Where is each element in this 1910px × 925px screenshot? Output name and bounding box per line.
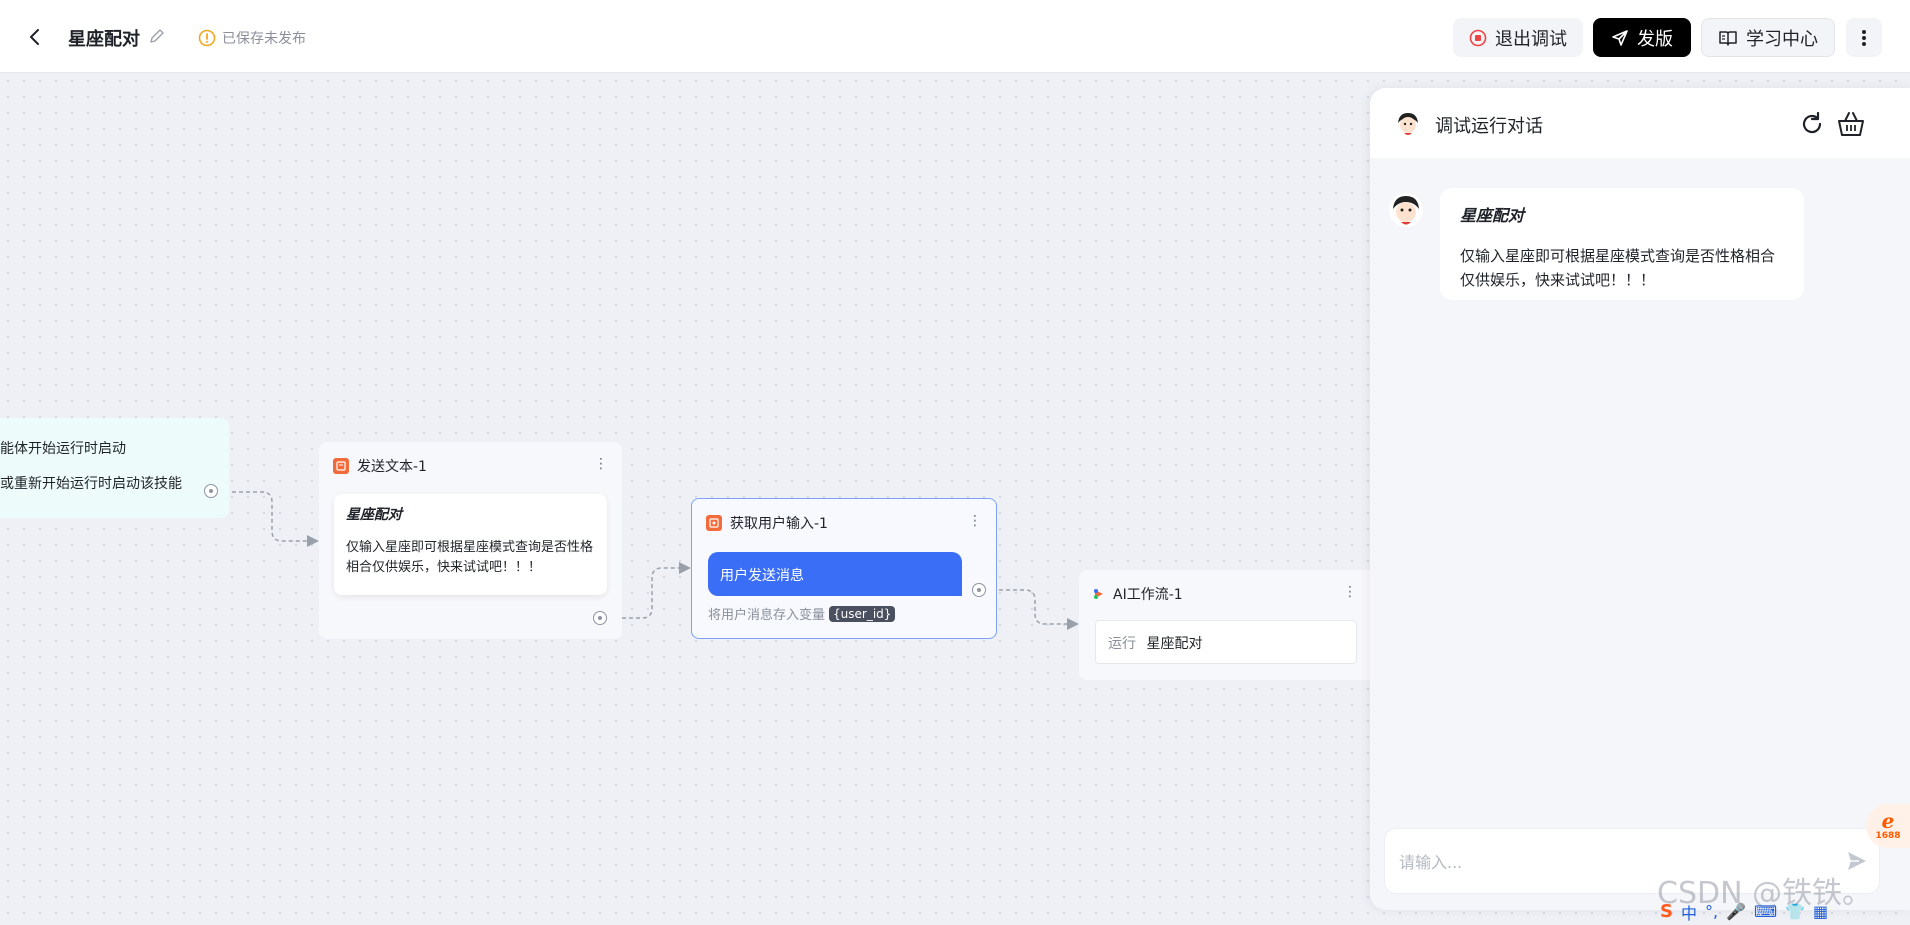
user-message-bubble: 用户发送消息 bbox=[708, 552, 962, 596]
pencil-icon[interactable] bbox=[148, 27, 166, 45]
ai-workflow-run-row: 运行 星座配对 bbox=[1095, 620, 1357, 664]
store-variable-row: 将用户消息存入变量 {user_id} bbox=[708, 604, 896, 623]
run-key-label: 运行 bbox=[1108, 636, 1136, 652]
user-input-node-menu-icon[interactable]: ⋮ bbox=[968, 513, 982, 529]
ai-workflow-icon bbox=[1094, 589, 1103, 599]
publish-button[interactable]: 发版 bbox=[1593, 18, 1691, 57]
alibaba-logo-icon: ℯ bbox=[1881, 809, 1895, 833]
back-arrow-icon[interactable] bbox=[22, 24, 48, 50]
learning-center-button[interactable]: 学习中心 bbox=[1701, 18, 1835, 57]
ai-workflow-node-header: AI工作流-1 bbox=[1093, 584, 1183, 604]
paper-plane-icon bbox=[1612, 29, 1628, 46]
send-text-node-header: 发送文本-1 bbox=[333, 456, 427, 476]
sogou-logo-icon: S bbox=[1660, 901, 1673, 922]
bot-message-avatar-icon bbox=[1389, 193, 1423, 227]
user-input-node-output-port[interactable] bbox=[972, 583, 986, 597]
ime-toolbar[interactable]: S 中 °, 🎤 ⌨ 👕 ▦ bbox=[1660, 898, 1910, 925]
book-icon bbox=[1719, 30, 1737, 46]
chat-panel-header: 调试运行对话 bbox=[1370, 88, 1910, 158]
user-input-node-header: 获取用户输入-1 bbox=[706, 513, 828, 533]
ime-chinese-mode[interactable]: 中 bbox=[1681, 900, 1697, 924]
send-text-node-title: 发送文本-1 bbox=[357, 459, 427, 475]
top-bar: 星座配对 已保存未发布 退出调试 发版 学习中心 bbox=[0, 0, 1910, 73]
user-input-node[interactable]: 获取用户输入-1 ⋮ 用户发送消息 将用户消息存入变量 {user_id} bbox=[691, 498, 997, 639]
clear-history-basket-icon[interactable] bbox=[1836, 110, 1866, 138]
connector-input-to-ai bbox=[985, 589, 1079, 630]
exit-debug-button[interactable]: 退出调试 bbox=[1453, 18, 1583, 57]
save-status: 已保存未发布 bbox=[198, 28, 306, 48]
ai-workflow-node-title: AI工作流-1 bbox=[1113, 587, 1183, 603]
chat-panel-title: 调试运行对话 bbox=[1435, 116, 1543, 137]
bot-message-title: 星座配对 bbox=[1460, 206, 1525, 225]
publish-label: 发版 bbox=[1637, 28, 1673, 50]
send-text-card-title: 星座配对 bbox=[346, 507, 402, 523]
send-text-node-menu-icon[interactable]: ⋮ bbox=[594, 456, 608, 472]
connector-start-to-send bbox=[218, 491, 319, 547]
user-input-node-title: 获取用户输入-1 bbox=[730, 516, 828, 532]
more-menu-button[interactable] bbox=[1846, 18, 1882, 57]
page-title: 星座配对 bbox=[68, 29, 140, 50]
warning-icon bbox=[198, 29, 216, 47]
exit-debug-label: 退出调试 bbox=[1495, 28, 1567, 50]
run-value-label: 星座配对 bbox=[1146, 636, 1203, 652]
alibaba-1688-badge[interactable]: ℯ 1688 bbox=[1866, 804, 1910, 848]
ime-punctuation-icon[interactable]: °, bbox=[1705, 902, 1718, 921]
ime-keyboard-icon[interactable]: ⌨ bbox=[1754, 902, 1777, 921]
ai-workflow-node[interactable]: AI工作流-1 ⋮ 运行 星座配对 bbox=[1079, 570, 1371, 680]
bot-message-body: 仅输入星座即可根据星座模式查询是否性格相合仅供娱乐，快来试试吧！！！ bbox=[1460, 247, 1776, 289]
bot-avatar-icon bbox=[1395, 111, 1421, 137]
ime-skin-icon[interactable]: 👕 bbox=[1785, 902, 1805, 921]
vertical-dots-icon bbox=[1862, 29, 1866, 46]
start-node[interactable]: 能体开始运行时启动 或重新开始运行时启动该技能 bbox=[0, 418, 229, 518]
start-node-line2: 或重新开始运行时启动该技能 bbox=[0, 476, 182, 492]
bot-message-bubble: 星座配对 仅输入星座即可根据星座模式查询是否性格相合仅供娱乐，快来试试吧！！！ bbox=[1440, 188, 1804, 300]
message-box-icon bbox=[333, 458, 349, 474]
send-text-card-body: 仅输入星座即可根据星座模式查询是否性格相合仅供娱乐，快来试试吧！！！ bbox=[346, 540, 594, 575]
variable-tag: {user_id} bbox=[829, 605, 896, 622]
ime-apps-icon[interactable]: ▦ bbox=[1813, 902, 1828, 921]
start-node-output-port[interactable] bbox=[204, 484, 218, 498]
send-text-node-output-port[interactable] bbox=[593, 611, 607, 625]
debug-chat-panel: 调试运行对话 星座配对 仅输入星座即可根据星座模式查询是否性格相合仅供娱乐，快来… bbox=[1370, 88, 1910, 910]
refresh-icon[interactable] bbox=[1798, 110, 1826, 138]
ai-workflow-node-menu-icon[interactable]: ⋮ bbox=[1343, 584, 1357, 600]
ime-microphone-icon[interactable]: 🎤 bbox=[1726, 902, 1746, 921]
save-status-text: 已保存未发布 bbox=[222, 31, 306, 47]
learning-center-label: 学习中心 bbox=[1746, 28, 1818, 50]
send-text-node[interactable]: 发送文本-1 ⋮ 星座配对 仅输入星座即可根据星座模式查询是否性格相合仅供娱乐，… bbox=[319, 442, 622, 639]
stop-record-icon bbox=[1469, 29, 1487, 46]
start-node-line1: 能体开始运行时启动 bbox=[0, 441, 126, 457]
user-input-icon bbox=[706, 515, 722, 531]
store-variable-label: 将用户消息存入变量 bbox=[708, 608, 826, 623]
send-text-card: 星座配对 仅输入星座即可根据星座模式查询是否性格相合仅供娱乐，快来试试吧！！！ bbox=[334, 494, 607, 595]
alibaba-badge-label: 1688 bbox=[1875, 831, 1901, 841]
